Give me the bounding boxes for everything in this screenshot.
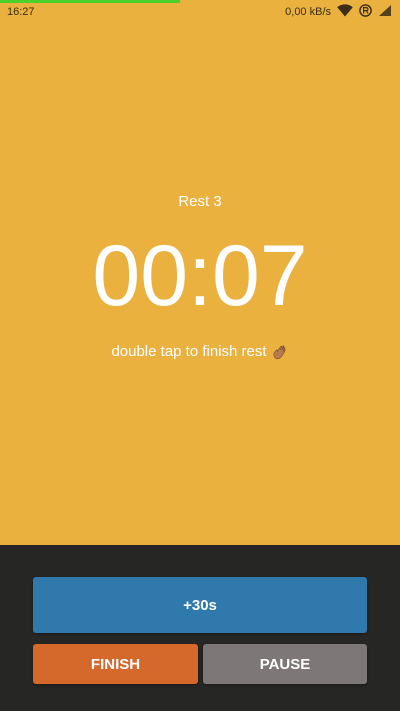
network-speed: 0,00 kB/s	[285, 6, 331, 18]
rest-timer[interactable]: 00:07	[0, 228, 400, 324]
controls-panel: +30s FINISH PAUSE	[0, 545, 400, 711]
rest-label: Rest 3	[178, 193, 222, 210]
status-icons: 0,00 kB/s	[285, 4, 392, 20]
finish-hint: double tap to finish rest	[111, 342, 288, 362]
signal-icon	[378, 4, 392, 20]
registered-icon	[359, 4, 372, 20]
status-bar: 16:27 0,00 kB/s	[0, 0, 400, 24]
waving-hand-icon	[271, 343, 289, 361]
rest-area[interactable]: 16:27 0,00 kB/s Rest 3 00:07 double tap …	[0, 0, 400, 545]
rest-content: Rest 3 00:07 double tap to finish rest	[0, 190, 400, 362]
rest-timer-screen: 16:27 0,00 kB/s Rest 3 00:07 double tap …	[0, 0, 400, 711]
pause-button[interactable]: PAUSE	[203, 644, 367, 684]
wifi-icon	[337, 4, 353, 20]
add-30s-button[interactable]: +30s	[33, 577, 367, 633]
status-time: 16:27	[7, 6, 35, 18]
finish-hint-text: double tap to finish rest	[111, 343, 267, 360]
finish-button[interactable]: FINISH	[33, 644, 198, 684]
